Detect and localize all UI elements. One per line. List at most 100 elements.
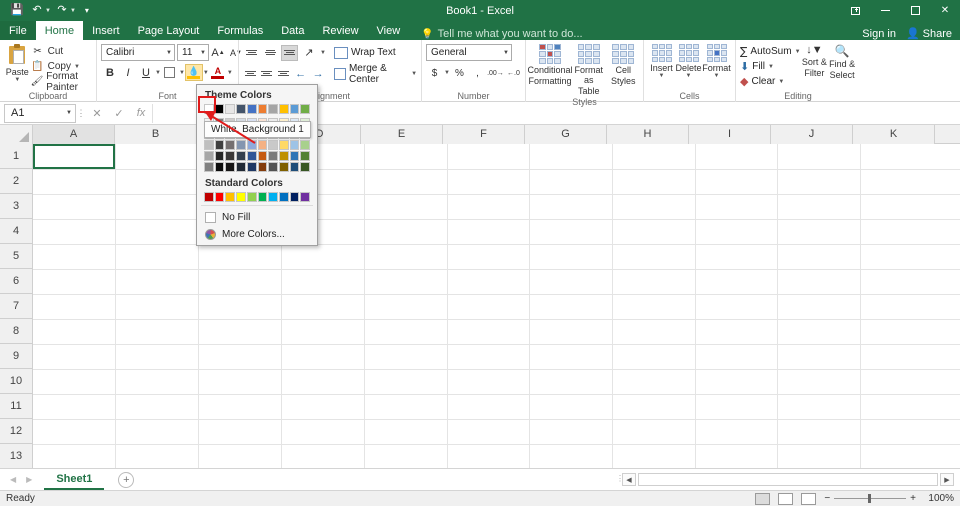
decrease-indent-button[interactable]: ← bbox=[293, 65, 309, 82]
row-header-10[interactable]: 10 bbox=[0, 369, 33, 394]
theme-swatch[interactable] bbox=[289, 151, 300, 161]
standard-swatch[interactable] bbox=[289, 192, 300, 202]
zoom-out-button[interactable]: − bbox=[824, 493, 830, 504]
tab-data[interactable]: Data bbox=[272, 21, 313, 40]
theme-swatch[interactable] bbox=[289, 140, 300, 150]
paste-button[interactable]: Paste ▼ bbox=[4, 42, 31, 83]
row-header-12[interactable]: 12 bbox=[0, 419, 33, 444]
tab-file[interactable]: File bbox=[0, 21, 36, 40]
row-header-5[interactable]: 5 bbox=[0, 244, 33, 269]
name-box-caret-icon[interactable]: ▼ bbox=[66, 110, 72, 116]
theme-swatch[interactable] bbox=[257, 140, 268, 150]
horizontal-scrollbar[interactable]: ⋮ ◀ ▶ bbox=[616, 473, 960, 487]
theme-swatch[interactable] bbox=[257, 151, 268, 161]
format-painter-button[interactable]: 🖌 Format Painter bbox=[31, 71, 92, 93]
theme-swatch[interactable] bbox=[278, 151, 289, 161]
fill-button[interactable]: ⬇ Fill ▼ bbox=[740, 59, 801, 74]
standard-swatch[interactable] bbox=[300, 192, 311, 202]
undo-caret-icon[interactable]: ▼ bbox=[45, 8, 51, 14]
theme-swatch[interactable] bbox=[214, 162, 225, 172]
insert-caret-icon[interactable]: ▼ bbox=[659, 73, 665, 79]
customize-quick-access-icon[interactable]: ▾ bbox=[78, 2, 96, 19]
row-header-13[interactable]: 13 bbox=[0, 444, 33, 468]
currency-button[interactable]: $ bbox=[426, 65, 443, 81]
theme-swatch[interactable] bbox=[225, 162, 236, 172]
delete-caret-icon[interactable]: ▼ bbox=[686, 73, 692, 79]
theme-swatch[interactable] bbox=[246, 140, 257, 150]
theme-swatch[interactable] bbox=[214, 104, 225, 114]
comma-button[interactable]: , bbox=[469, 65, 486, 81]
italic-button[interactable]: I bbox=[119, 64, 137, 81]
number-format-select[interactable]: General ▼ bbox=[426, 44, 512, 61]
selected-cell-A1[interactable] bbox=[33, 144, 115, 169]
previous-sheet-icon[interactable]: ◀ bbox=[10, 475, 16, 484]
tab-insert[interactable]: Insert bbox=[83, 21, 129, 40]
row-header-8[interactable]: 8 bbox=[0, 319, 33, 344]
column-header-F[interactable]: F bbox=[443, 125, 525, 144]
theme-swatch[interactable] bbox=[268, 162, 278, 172]
align-right-button[interactable] bbox=[276, 66, 291, 82]
enter-formula-button[interactable]: ✓ bbox=[108, 104, 130, 123]
autosum-button[interactable]: ∑ AutoSum ▼ bbox=[740, 44, 801, 59]
underline-button[interactable]: U bbox=[137, 64, 155, 81]
tab-review[interactable]: Review bbox=[313, 21, 367, 40]
tell-me-search[interactable]: 💡 Tell me what you want to do... bbox=[421, 28, 582, 40]
scrollbar-track[interactable] bbox=[638, 473, 938, 486]
theme-swatch[interactable] bbox=[204, 140, 214, 150]
save-icon[interactable]: 💾 bbox=[8, 2, 26, 19]
font-name-input[interactable]: Calibri ▼ bbox=[101, 44, 175, 61]
theme-swatch[interactable] bbox=[214, 151, 225, 161]
tab-page-layout[interactable]: Page Layout bbox=[129, 21, 209, 40]
theme-swatch[interactable] bbox=[289, 162, 300, 172]
percent-button[interactable]: % bbox=[451, 65, 468, 81]
theme-swatch[interactable] bbox=[278, 140, 289, 150]
wrap-text-button[interactable]: Wrap Text bbox=[333, 44, 396, 61]
column-header-B[interactable]: B bbox=[115, 125, 197, 144]
increase-indent-button[interactable]: → bbox=[310, 65, 326, 82]
column-header-I[interactable]: I bbox=[689, 125, 771, 144]
redo-icon[interactable]: ↷ bbox=[53, 2, 71, 19]
ribbon-display-options-icon[interactable] bbox=[840, 0, 870, 21]
theme-swatch[interactable] bbox=[246, 162, 257, 172]
align-middle-button[interactable] bbox=[262, 45, 279, 61]
theme-swatch[interactable] bbox=[300, 140, 311, 150]
scroll-left-arrow-icon[interactable]: ◀ bbox=[622, 473, 636, 486]
standard-swatch[interactable] bbox=[278, 192, 289, 202]
cell-styles-button[interactable]: Cell Styles bbox=[607, 42, 639, 86]
scrollbar-grip[interactable]: ⋮ bbox=[616, 474, 624, 486]
fill-color-button[interactable]: 💧 bbox=[184, 64, 203, 81]
theme-swatch[interactable] bbox=[289, 104, 300, 114]
cell-area[interactable] bbox=[33, 144, 960, 468]
theme-swatch[interactable] bbox=[246, 151, 257, 161]
column-header-H[interactable]: H bbox=[607, 125, 689, 144]
theme-swatch[interactable] bbox=[257, 162, 268, 172]
theme-swatch[interactable] bbox=[268, 140, 278, 150]
redo-caret-icon[interactable]: ▼ bbox=[70, 8, 76, 14]
theme-swatch[interactable] bbox=[236, 140, 246, 150]
standard-swatch[interactable] bbox=[236, 192, 246, 202]
row-header-7[interactable]: 7 bbox=[0, 294, 33, 319]
bold-button[interactable]: B bbox=[101, 64, 119, 81]
sheet-tab-sheet1[interactable]: Sheet1 bbox=[44, 469, 105, 490]
font-color-caret-icon[interactable]: ▼ bbox=[227, 70, 233, 76]
align-left-button[interactable] bbox=[243, 66, 258, 82]
paste-caret-icon[interactable]: ▼ bbox=[14, 77, 20, 83]
cut-button[interactable]: ✂ Cut bbox=[31, 44, 92, 59]
theme-swatch[interactable] bbox=[268, 104, 278, 114]
theme-swatch[interactable] bbox=[278, 104, 289, 114]
row-header-11[interactable]: 11 bbox=[0, 394, 33, 419]
zoom-level-label[interactable]: 100% bbox=[924, 493, 954, 504]
standard-swatch[interactable] bbox=[225, 192, 236, 202]
more-colors-option[interactable]: More Colors... bbox=[197, 226, 317, 243]
column-header-E[interactable]: E bbox=[361, 125, 443, 144]
theme-swatch[interactable] bbox=[300, 104, 311, 114]
no-fill-option[interactable]: No Fill bbox=[197, 209, 317, 226]
conditional-formatting-button[interactable]: Conditional Formatting bbox=[527, 42, 573, 86]
theme-swatch[interactable] bbox=[236, 151, 246, 161]
currency-caret-icon[interactable]: ▼ bbox=[444, 70, 450, 76]
increase-font-size-button[interactable]: A ▲ bbox=[209, 44, 227, 61]
column-header-J[interactable]: J bbox=[771, 125, 853, 144]
maximize-icon[interactable] bbox=[900, 0, 930, 21]
row-header-3[interactable]: 3 bbox=[0, 194, 33, 219]
clear-button[interactable]: ◆ Clear ▼ bbox=[740, 74, 801, 89]
